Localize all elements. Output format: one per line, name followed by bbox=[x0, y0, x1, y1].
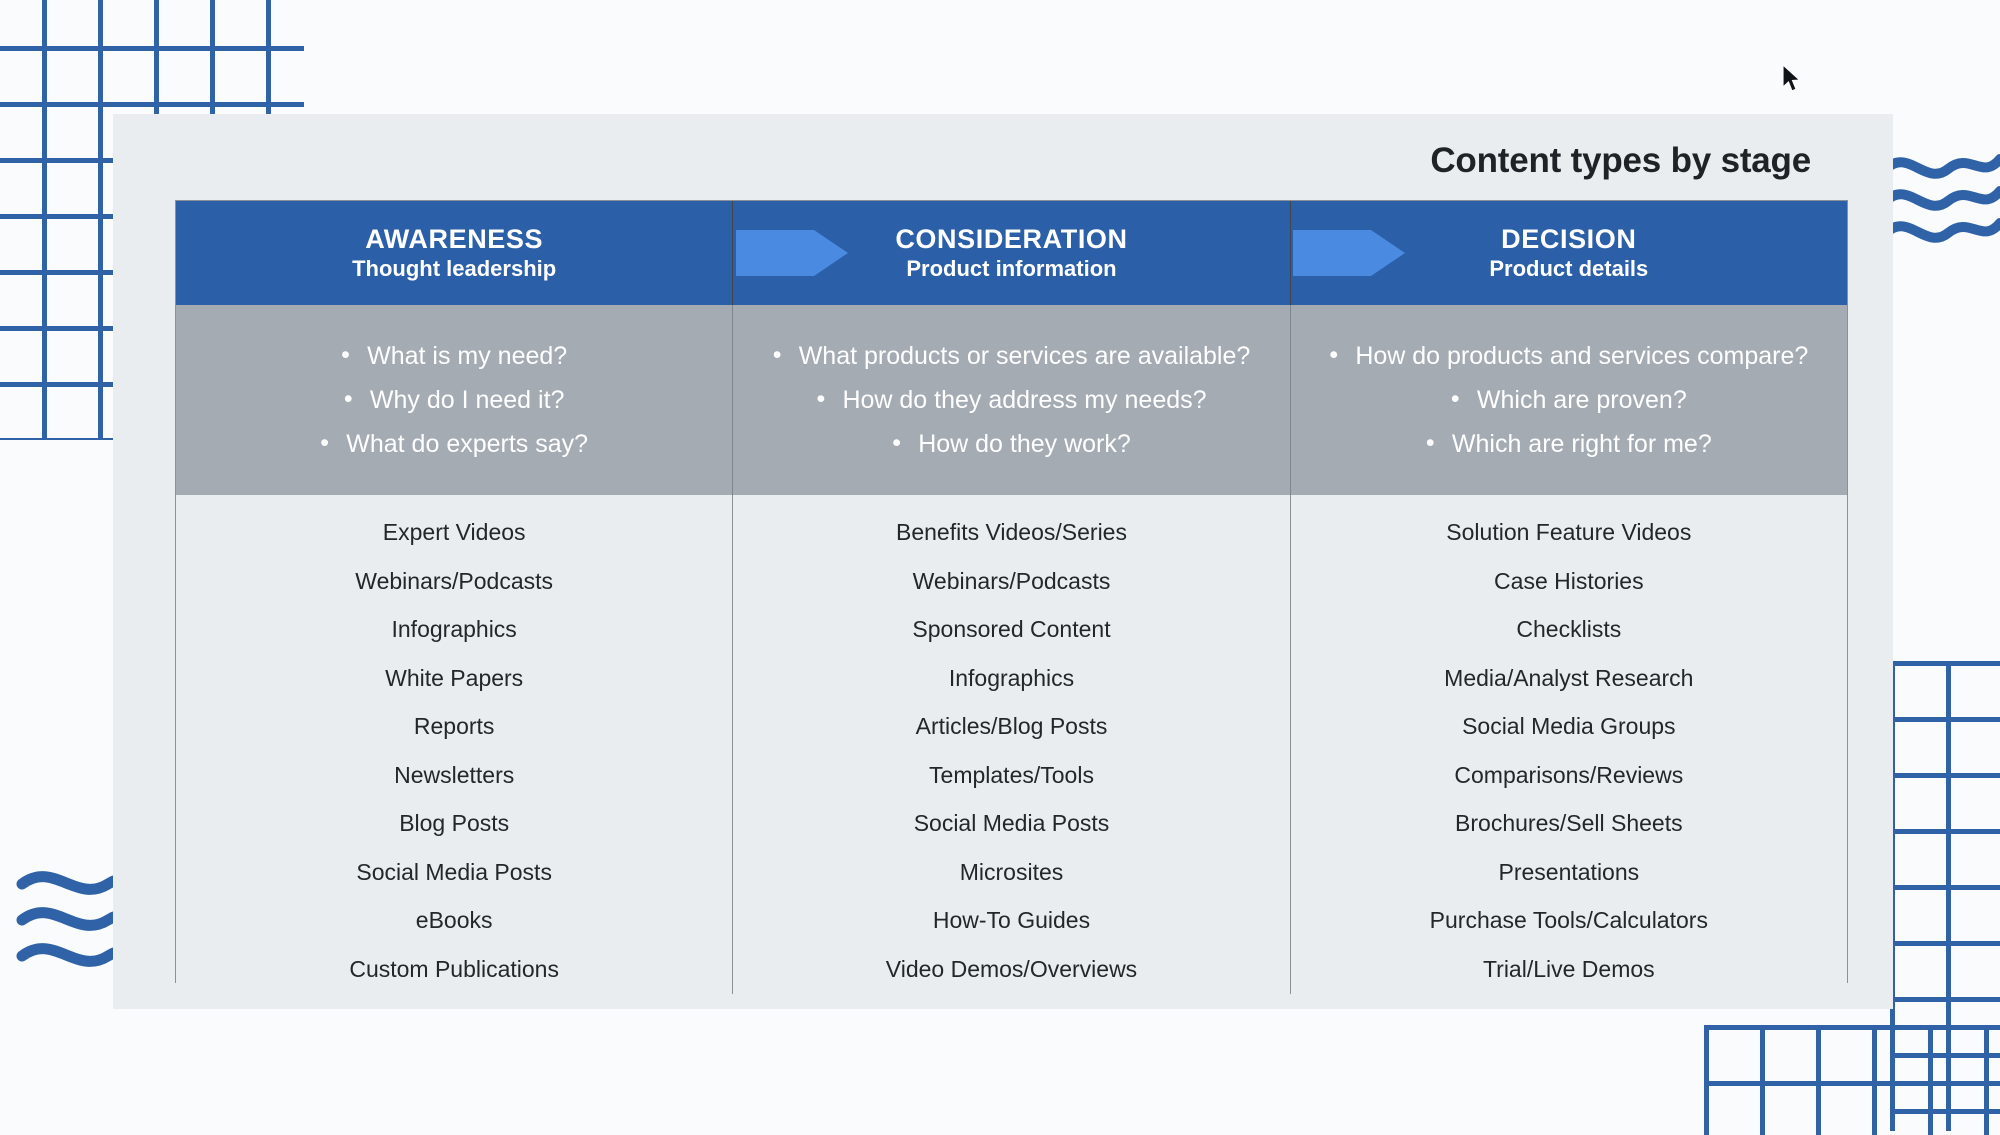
list-item: How-To Guides bbox=[932, 907, 1091, 934]
questions-cell-awareness: What is my need? Why do I need it? What … bbox=[176, 305, 732, 495]
list-item: Brochures/Sell Sheets bbox=[1455, 810, 1683, 837]
list-item: Expert Videos bbox=[382, 519, 526, 546]
slide-card: Content types by stage AWARENESS Thought… bbox=[113, 114, 1893, 1009]
stage-subtitle-label: Thought leadership bbox=[352, 256, 557, 282]
list-item: Webinars/Podcasts bbox=[355, 567, 554, 594]
questions-cell-decision: How do products and services compare? Wh… bbox=[1289, 305, 1847, 495]
question-item: Which are right for me? bbox=[1426, 428, 1712, 459]
question-item: What products or services are available? bbox=[773, 340, 1251, 371]
question-item: How do products and services compare? bbox=[1329, 340, 1808, 371]
list-item: White Papers bbox=[385, 664, 524, 691]
content-list-decision: Solution Feature Videos Case Histories C… bbox=[1289, 495, 1847, 994]
list-item: Trial/Live Demos bbox=[1482, 955, 1655, 982]
list-item: Case Histories bbox=[1494, 567, 1644, 594]
list-item: Presentations bbox=[1498, 858, 1640, 885]
list-item: Purchase Tools/Calculators bbox=[1429, 907, 1708, 934]
list-item: Sponsored Content bbox=[912, 616, 1111, 643]
list-item: Benefits Videos/Series bbox=[895, 519, 1127, 546]
list-item: Solution Feature Videos bbox=[1446, 519, 1692, 546]
stage-header-awareness[interactable]: AWARENESS Thought leadership bbox=[176, 201, 732, 305]
list-item: Articles/Blog Posts bbox=[915, 713, 1108, 740]
list-item: Social Media Posts bbox=[913, 810, 1110, 837]
list-item: Custom Publications bbox=[349, 955, 559, 982]
page-title: Content types by stage bbox=[1430, 141, 1811, 180]
question-item: What is my need? bbox=[341, 340, 567, 371]
list-item: Media/Analyst Research bbox=[1444, 664, 1694, 691]
list-item: Webinars/Podcasts bbox=[912, 567, 1111, 594]
arrow-right-icon bbox=[1293, 224, 1405, 282]
question-item: Which are proven? bbox=[1451, 384, 1687, 415]
stage-name-label: DECISION bbox=[1501, 223, 1637, 254]
content-types-row: Expert Videos Webinars/Podcasts Infograp… bbox=[176, 495, 1847, 994]
wave-lines-right-icon bbox=[1878, 145, 2000, 245]
list-item: Infographics bbox=[948, 664, 1075, 691]
question-item: How do they address my needs? bbox=[816, 384, 1206, 415]
content-matrix-table: AWARENESS Thought leadership CONSIDERATI… bbox=[175, 200, 1848, 994]
buyer-questions-row: What is my need? Why do I need it? What … bbox=[176, 305, 1847, 495]
list-item: Video Demos/Overviews bbox=[885, 955, 1138, 982]
content-list-awareness: Expert Videos Webinars/Podcasts Infograp… bbox=[176, 495, 732, 994]
arrow-right-icon bbox=[736, 224, 848, 282]
list-item: eBooks bbox=[415, 907, 493, 934]
list-item: Comparisons/Reviews bbox=[1454, 761, 1684, 788]
content-list-consideration: Benefits Videos/Series Webinars/Podcasts… bbox=[732, 495, 1289, 994]
list-item: Checklists bbox=[1516, 616, 1622, 643]
list-item: Newsletters bbox=[394, 761, 515, 788]
list-item: Templates/Tools bbox=[929, 761, 1094, 788]
grid-pattern-bottom-icon bbox=[1704, 1025, 2000, 1135]
question-item: What do experts say? bbox=[320, 428, 588, 459]
question-item: How do they work? bbox=[892, 428, 1131, 459]
list-item: Social Media Posts bbox=[356, 858, 552, 885]
stage-subtitle-label: Product information bbox=[906, 256, 1117, 282]
list-item: Social Media Groups bbox=[1462, 713, 1676, 740]
mouse-pointer-icon bbox=[1782, 63, 1804, 96]
stage-header-row: AWARENESS Thought leadership CONSIDERATI… bbox=[176, 201, 1847, 305]
grid-pattern-right-icon bbox=[1890, 661, 2000, 1131]
question-item: Why do I need it? bbox=[344, 384, 565, 415]
list-item: Microsites bbox=[959, 858, 1064, 885]
list-item: Reports bbox=[413, 713, 495, 740]
questions-cell-consideration: What products or services are available?… bbox=[732, 305, 1289, 495]
stage-subtitle-label: Product details bbox=[1489, 256, 1649, 282]
stage-name-label: AWARENESS bbox=[365, 223, 544, 254]
list-item: Infographics bbox=[391, 616, 517, 643]
list-item: Blog Posts bbox=[399, 810, 510, 837]
stage-name-label: CONSIDERATION bbox=[895, 223, 1128, 254]
